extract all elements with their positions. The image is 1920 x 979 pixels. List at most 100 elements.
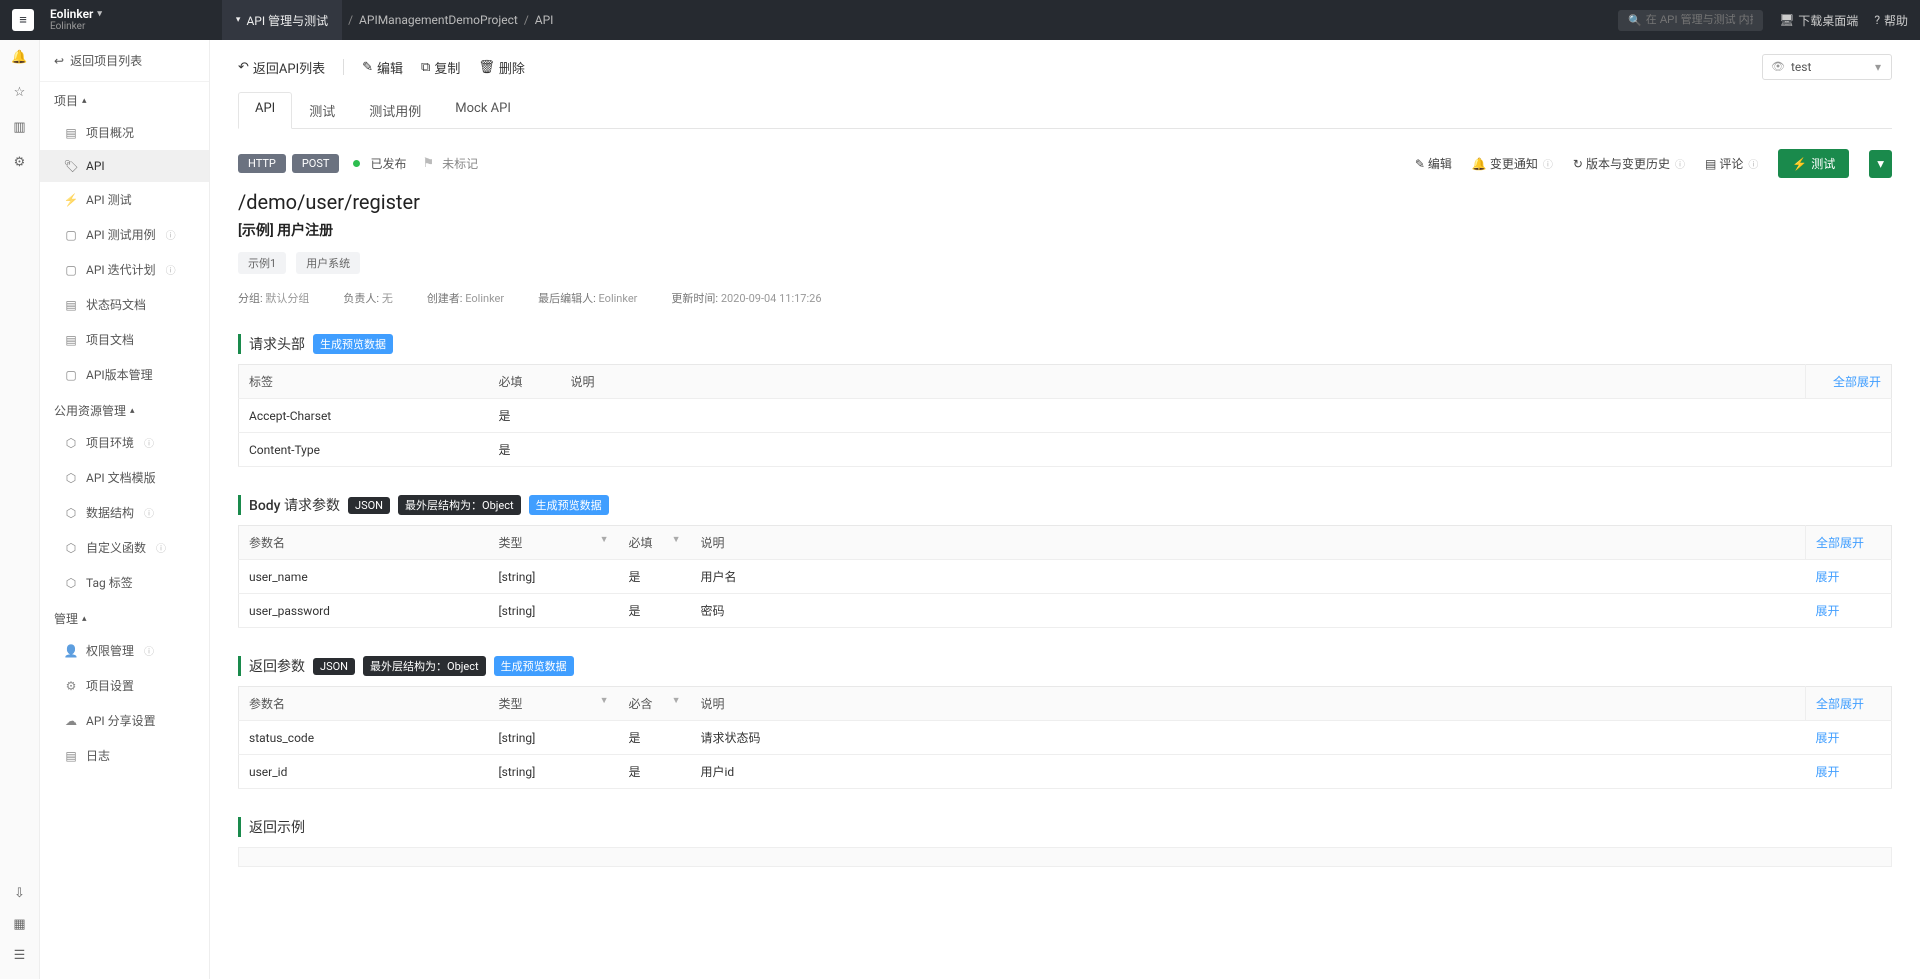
workspace-selector[interactable]: Eolinker ▾ Eolinker	[50, 7, 102, 33]
section-request-header: 请求头部 生成预览数据	[238, 334, 1892, 354]
th-desc: 说明	[691, 526, 1806, 560]
test-dropdown[interactable]: ▾	[1869, 150, 1892, 178]
global-search[interactable]: 🔍	[1618, 10, 1763, 31]
tab-mock[interactable]: Mock API	[438, 92, 528, 128]
comment-icon: ▤	[1705, 157, 1716, 171]
expand-all-link[interactable]: 全部展开	[1816, 536, 1864, 550]
download-desktop-link[interactable]: 🖥下载桌面端	[1779, 12, 1858, 29]
env-selector[interactable]: test	[1762, 54, 1892, 80]
chevron-up-icon: ▴	[82, 96, 87, 106]
doc-icon: ▢	[64, 228, 78, 242]
protocol-badge: HTTP	[238, 154, 286, 173]
delete-button[interactable]: 🗑删除	[478, 58, 525, 77]
info-icon: ⓘ	[1748, 156, 1758, 171]
sidebar-item-logs[interactable]: ▤日志	[40, 738, 209, 773]
notify-action[interactable]: 🔔变更通知ⓘ	[1472, 155, 1553, 172]
version-icon: ▢	[64, 368, 78, 382]
table-row: user_id[string]是用户id展开	[239, 755, 1892, 789]
breadcrumb-module[interactable]: ▾API 管理与测试	[222, 0, 342, 40]
grid-icon[interactable]: ▦	[13, 917, 25, 932]
api-tag[interactable]: 示例1	[238, 252, 286, 274]
sidebar-item-test-cases[interactable]: ▢API 测试用例ⓘ	[40, 217, 209, 252]
sidebar-item-share[interactable]: ☁API 分享设置	[40, 703, 209, 738]
headers-table: 标签 必填 说明 全部展开 Accept-Charset是 Content-Ty…	[238, 364, 1892, 467]
flag-icon[interactable]: ⚑	[422, 156, 434, 171]
sidebar-item-tags[interactable]: ⬡Tag 标签	[40, 565, 209, 600]
sidebar-item-permissions[interactable]: 👤权限管理ⓘ	[40, 633, 209, 668]
expand-link[interactable]: 展开	[1816, 604, 1840, 618]
sidebar-item-settings[interactable]: ⚙项目设置	[40, 668, 209, 703]
th-tag: 标签	[239, 365, 489, 399]
sidebar-item-status-docs[interactable]: ▤状态码文档	[40, 287, 209, 322]
sidebar-item-env[interactable]: ⬡项目环境ⓘ	[40, 425, 209, 460]
table-row: Content-Type是	[239, 433, 1892, 467]
bell-icon[interactable]: 🔔	[11, 50, 27, 65]
help-icon: ?	[1874, 13, 1880, 27]
return-table: 参数名 类型▼ 必含▼ 说明 全部展开 status_code[string]是…	[238, 686, 1892, 789]
breadcrumb-leaf[interactable]: API	[535, 13, 554, 27]
history-icon: ↻	[1573, 157, 1583, 171]
breadcrumb-project[interactable]: APIManagementDemoProject	[359, 13, 518, 27]
api-tag[interactable]: 用户系统	[296, 252, 360, 274]
expand-link[interactable]: 展开	[1816, 731, 1840, 745]
edit-button[interactable]: ✎编辑	[362, 58, 403, 77]
search-input[interactable]	[1646, 14, 1753, 26]
template-icon: ⬡	[64, 471, 78, 485]
api-meta: 分组: 默认分组 负责人: 无 创建者: Eolinker 最后编辑人: Eol…	[238, 290, 1892, 306]
sidebar: ↩返回项目列表 项目▴ ▤项目概况 🏷API ⚡API 测试 ▢API 测试用例…	[40, 40, 210, 979]
th-name: 参数名	[239, 687, 489, 721]
search-icon: 🔍	[1628, 14, 1642, 27]
gen-demo-button[interactable]: 生成预览数据	[494, 656, 574, 676]
th-required[interactable]: 必填▼	[619, 526, 691, 560]
sidebar-item-templates[interactable]: ⬡API 文档模版	[40, 460, 209, 495]
struct-badge: 最外层结构为：Object	[363, 656, 486, 676]
sidebar-item-api-test[interactable]: ⚡API 测试	[40, 182, 209, 217]
menu-icon[interactable]: ☰	[14, 948, 26, 963]
sidebar-item-data-struct[interactable]: ⬡数据结构ⓘ	[40, 495, 209, 530]
gear-icon[interactable]: ⚙	[14, 155, 26, 170]
table-row: status_code[string]是请求状态码展开	[239, 721, 1892, 755]
sidebar-item-iteration[interactable]: ▢API 迭代计划ⓘ	[40, 252, 209, 287]
gen-demo-button[interactable]: 生成预览数据	[313, 334, 393, 354]
expand-all-link[interactable]: 全部展开	[1833, 375, 1881, 389]
tab-api[interactable]: API	[238, 92, 292, 129]
test-button[interactable]: ⚡测试	[1778, 149, 1849, 178]
star-icon[interactable]: ☆	[14, 85, 26, 100]
help-link[interactable]: ?帮助	[1874, 12, 1908, 29]
body-table: 参数名 类型▼ 必填▼ 说明 全部展开 user_name[string]是用户…	[238, 525, 1892, 628]
sidebar-item-overview[interactable]: ▤项目概况	[40, 115, 209, 150]
status-text: 已发布	[370, 155, 406, 172]
fn-icon: ⬡	[64, 541, 78, 555]
sidebar-group-manage[interactable]: 管理▴	[40, 600, 209, 633]
info-icon: ⓘ	[144, 505, 154, 520]
bell-icon: 🔔	[1472, 157, 1487, 171]
sidebar-item-functions[interactable]: ⬡自定义函数ⓘ	[40, 530, 209, 565]
expand-link[interactable]: 展开	[1816, 570, 1840, 584]
th-included[interactable]: 必含▼	[619, 687, 691, 721]
th-type[interactable]: 类型▼	[489, 526, 619, 560]
comment-action[interactable]: ▤评论ⓘ	[1705, 155, 1758, 172]
chevron-down-icon: ▼	[672, 695, 681, 706]
sidebar-item-versions[interactable]: ▢API版本管理	[40, 357, 209, 392]
copy-button[interactable]: ⧉复制	[421, 58, 460, 77]
info-icon: ⓘ	[144, 435, 154, 450]
history-action[interactable]: ↻版本与变更历史ⓘ	[1573, 155, 1685, 172]
main-content: ↶返回API列表 ✎编辑 ⧉复制 🗑删除 test API 测试 测试用例 Mo…	[210, 40, 1920, 979]
tab-cases[interactable]: 测试用例	[352, 92, 438, 128]
tab-test[interactable]: 测试	[292, 92, 352, 128]
edit-action[interactable]: ✎编辑	[1415, 155, 1452, 172]
sidebar-item-project-docs[interactable]: ▤项目文档	[40, 322, 209, 357]
sidebar-group-resources[interactable]: 公用资源管理▴	[40, 392, 209, 425]
expand-link[interactable]: 展开	[1816, 765, 1840, 779]
th-name: 参数名	[239, 526, 489, 560]
download-icon[interactable]: ⇩	[14, 886, 25, 901]
th-type[interactable]: 类型▼	[489, 687, 619, 721]
back-to-api-list[interactable]: ↶返回API列表	[238, 58, 325, 77]
sidebar-group-project[interactable]: 项目▴	[40, 82, 209, 115]
expand-all-link[interactable]: 全部展开	[1816, 697, 1864, 711]
sidebar-item-api[interactable]: 🏷API	[40, 150, 209, 182]
back-to-projects[interactable]: ↩返回项目列表	[40, 40, 209, 82]
gen-demo-button[interactable]: 生成预览数据	[529, 495, 609, 515]
bookmark-icon[interactable]: ▥	[13, 120, 25, 135]
th-required: 必填	[489, 365, 561, 399]
